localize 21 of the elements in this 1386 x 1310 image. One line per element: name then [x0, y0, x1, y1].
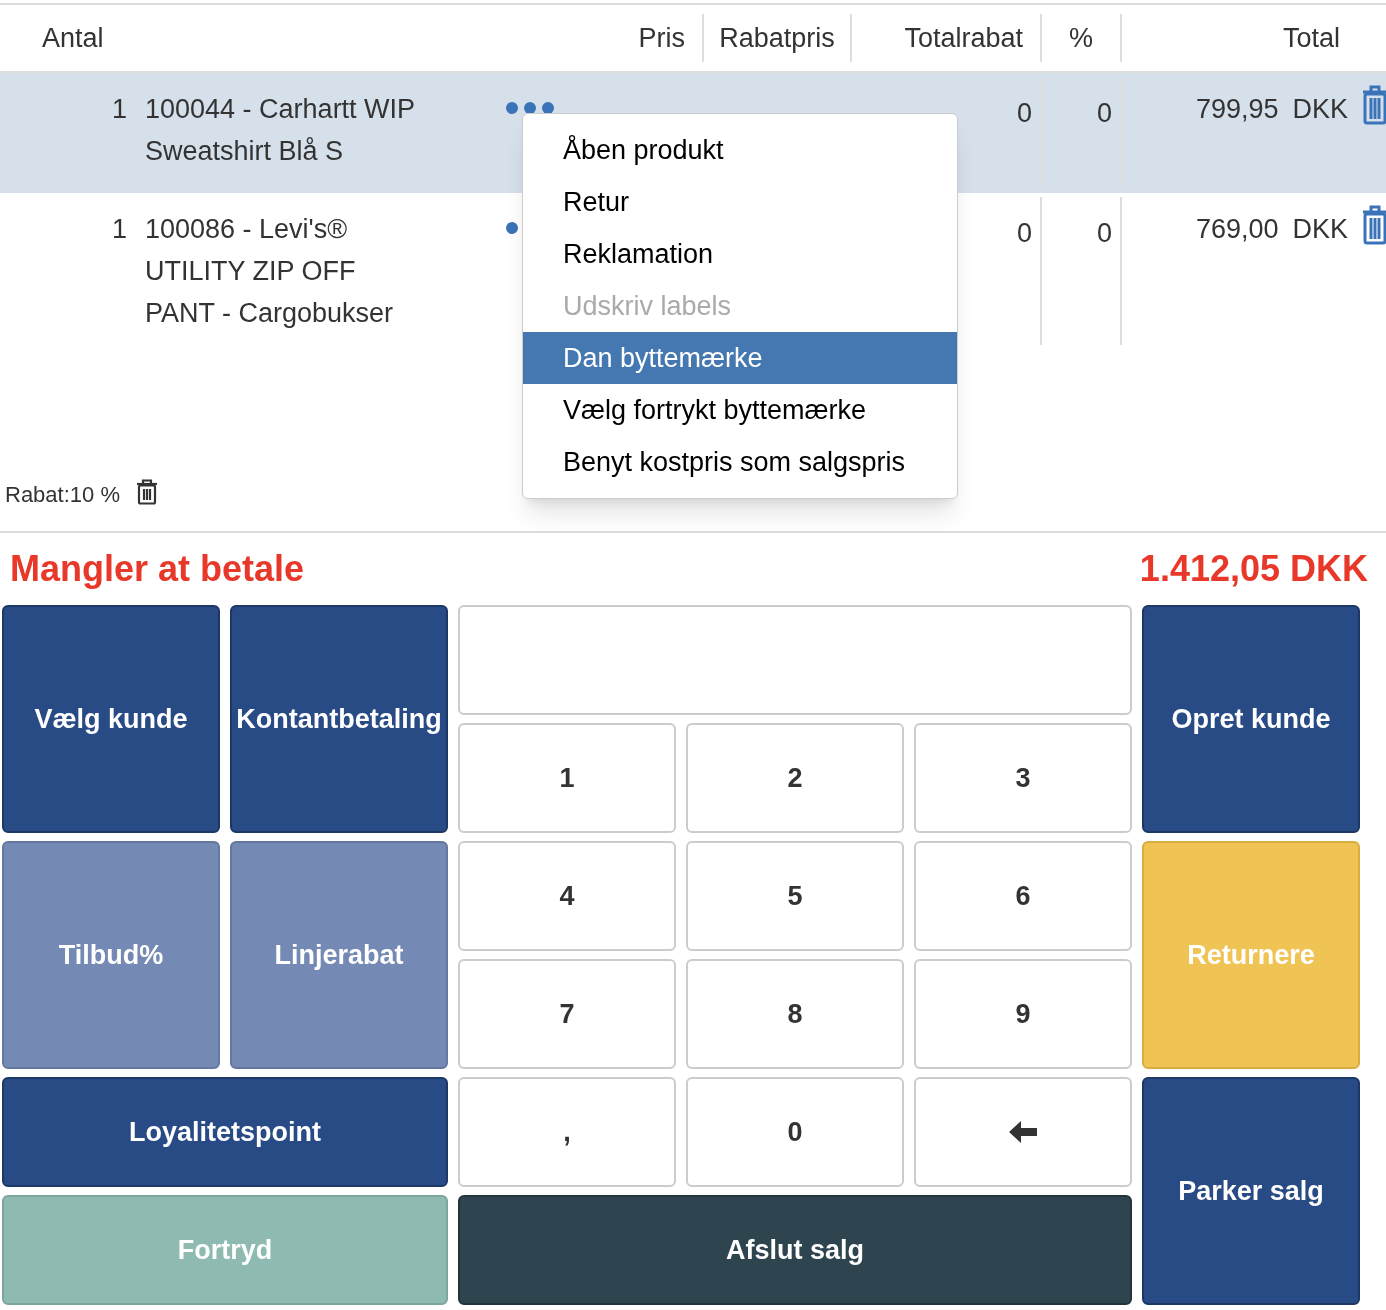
column-header: Pris [637, 21, 686, 55]
column-header: Rabatpris [702, 14, 852, 62]
column-header: Total [1281, 21, 1341, 55]
total-cell-text: 799,95 [1195, 93, 1279, 126]
total-discount-cell: 0 [1016, 98, 1032, 128]
product-name: 100044 - Carhartt WIP Sweatshirt Blå S [145, 94, 415, 166]
amount-due-label: Mangler at betale [10, 547, 305, 591]
column-header: Totalrabat [852, 14, 1042, 62]
total-cell-text: 769,00 [1195, 213, 1279, 246]
currency-label: DKK [1292, 93, 1348, 126]
percent-cell: 0 [1096, 98, 1112, 128]
total-discount-cell: 0 [1016, 218, 1032, 248]
amount-due-value: 1.412,05 DKK [1139, 547, 1368, 591]
quantity-cell: 1 [111, 94, 127, 124]
column-header: % [1042, 14, 1122, 62]
discount-label: Rabat:10 % [5, 481, 120, 509]
product-name: 100086 - Levi's® UTILITY ZIP OFF PANT - Cargobukser [145, 214, 394, 328]
currency-label: DKK [1292, 213, 1348, 246]
percent-cell: 0 [1096, 218, 1112, 248]
quantity-cell: 1 [111, 214, 127, 244]
column-header: Antal [41, 21, 105, 55]
